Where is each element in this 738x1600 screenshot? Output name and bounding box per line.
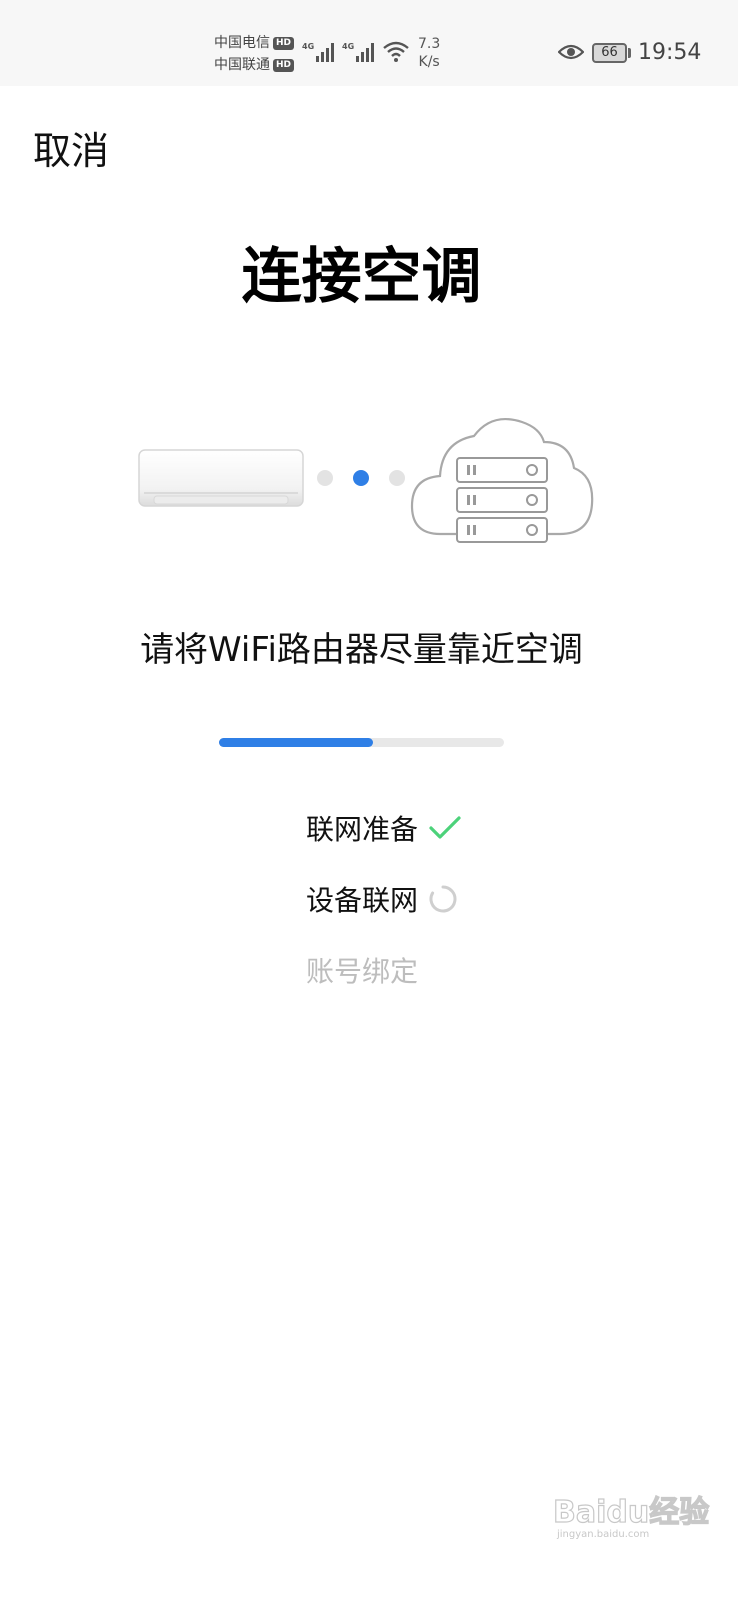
step-label: 设备联网 — [306, 884, 419, 917]
step-network-prep: 联网准备 — [306, 808, 462, 848]
cancel-button[interactable]: 取消 — [33, 120, 109, 175]
network-type-label: 4G — [302, 42, 314, 51]
progress-dot-3 — [389, 470, 405, 486]
air-conditioner-icon — [138, 449, 304, 507]
battery-indicator: 66 — [592, 43, 627, 63]
network-type-label-2: 4G — [342, 42, 354, 51]
eye-comfort-icon — [558, 44, 584, 60]
hd-badge-1: HD — [273, 36, 295, 50]
signal-4g-icon-2: 4G — [342, 42, 374, 62]
baidu-jingyan-watermark: Baidu经验 jingyan.baidu.com — [553, 1494, 710, 1540]
battery-tip — [628, 48, 631, 58]
progress-dot-1 — [317, 470, 333, 486]
watermark-url: jingyan.baidu.com — [556, 1529, 649, 1540]
status-bar: 中国电信 HD 中国联通 HD 4G 4G 7.3 K/s 66 19:54 — [0, 0, 738, 86]
progress-dot-2-active — [353, 470, 369, 486]
step-device-network: 设备联网 — [306, 879, 458, 919]
watermark-text: Baidu经验 — [553, 1495, 709, 1530]
battery-level: 66 — [601, 45, 618, 60]
server-rack-icon — [456, 457, 548, 543]
step-label: 联网准备 — [306, 813, 419, 846]
loading-spinner-icon — [429, 885, 457, 913]
hint-text: 请将WiFi路由器尽量靠近空调 — [140, 630, 583, 670]
net-speed: 7.3 K/s — [418, 35, 440, 71]
progress-bar — [219, 738, 504, 747]
signal-4g-icon: 4G — [302, 42, 334, 62]
cloud-server-icon — [410, 418, 594, 543]
progress-bar-fill — [219, 738, 373, 747]
step-label: 账号绑定 — [306, 955, 419, 988]
page-title: 连接空调 — [241, 242, 482, 312]
hd-badge-2: HD — [273, 58, 295, 72]
clock: 19:54 — [638, 40, 702, 65]
net-speed-value: 7.3 — [418, 36, 441, 52]
wifi-icon — [383, 41, 409, 62]
carrier-1-name: 中国电信 — [214, 35, 270, 51]
carrier-2-name: 中国联通 — [214, 57, 270, 73]
net-speed-unit: K/s — [418, 54, 440, 70]
carrier-info: 中国电信 HD 中国联通 HD — [214, 32, 295, 76]
check-icon — [429, 816, 461, 839]
step-account-binding: 账号绑定 — [306, 950, 428, 990]
